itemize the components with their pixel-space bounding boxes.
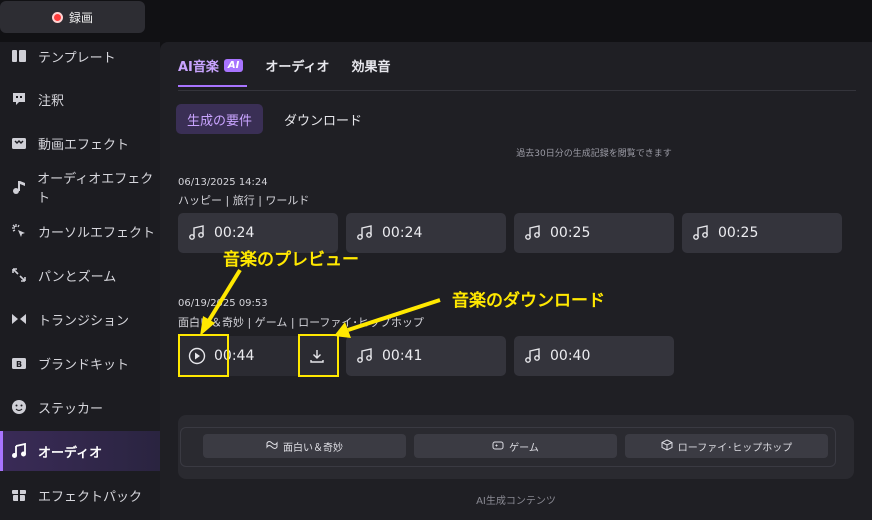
main-panel: AI音楽 AI オーディオ 効果音 生成の要件 ダウンロード 過去30日分の生成…	[160, 42, 872, 520]
history-note: 過去30日分の生成記録を閲覧できます	[516, 149, 672, 159]
sidebar-item-transition[interactable]: トランジション	[0, 299, 160, 339]
record-label: 録画	[68, 10, 93, 25]
preview-annotation-label: 音楽のプレビュー	[223, 250, 359, 270]
preview-highlight-box	[178, 334, 229, 377]
sidebar-item-annotation[interactable]: 注釈	[0, 79, 160, 119]
sidebar: テンプレート 注釈 動画エフェクト オーディオエフェクト カーソルエフェクト パ…	[0, 42, 160, 520]
track-duration: 00:24	[382, 225, 423, 241]
sidebar-item-sticker[interactable]: ステッカー	[0, 387, 160, 427]
group-tags: 面白い＆奇妙 | ゲーム | ローファイ･ヒップホップ	[178, 316, 424, 329]
footer-note: AI生成コンテンツ	[476, 496, 556, 507]
pan-zoom-icon	[10, 266, 28, 284]
video-effect-icon	[10, 134, 28, 152]
track-duration: 00:40	[550, 348, 591, 364]
tab-sound-effects[interactable]: 効果音	[351, 56, 390, 87]
sidebar-item-label: 動画エフェクト	[38, 137, 130, 153]
sidebar-item-label: 注釈	[38, 93, 65, 109]
sidebar-item-label: ブランドキット	[38, 357, 130, 373]
cursor-effect-icon	[10, 222, 28, 240]
music-note-icon	[356, 347, 374, 365]
effect-pack-icon	[10, 486, 28, 504]
sidebar-item-brand-kit[interactable]: B ブランドキット	[0, 343, 160, 383]
transition-icon	[10, 310, 28, 328]
music-note-icon	[524, 347, 542, 365]
track-duration: 00:41	[382, 348, 423, 364]
chip-label: ゲーム	[509, 442, 539, 454]
track-card[interactable]: 00:25	[682, 213, 842, 253]
tab-audio[interactable]: オーディオ	[265, 56, 329, 87]
history-note-container: 過去30日分の生成記録を閲覧できます	[160, 146, 872, 159]
sidebar-item-label: パンとズーム	[38, 269, 117, 285]
track-card[interactable]: 00:40	[514, 336, 674, 376]
game-icon	[492, 439, 504, 454]
track-card[interactable]: 00:24	[346, 213, 506, 253]
chip-label: 面白い＆奇妙	[283, 442, 343, 454]
cube-icon	[661, 438, 673, 454]
sidebar-item-label: ステッカー	[38, 401, 104, 417]
music-note-icon	[692, 224, 710, 242]
music-note-icon	[188, 224, 206, 242]
download-annotation-label: 音楽のダウンロード	[452, 291, 605, 311]
chip-label: ローファイ･ヒップホップ	[677, 442, 793, 454]
tab-label: AI音楽	[178, 60, 219, 75]
download-highlight-box	[298, 334, 339, 377]
sidebar-item-label: オーディオ	[38, 445, 103, 461]
chip-lofi-hiphop[interactable]: ローファイ･ヒップホップ	[625, 434, 828, 458]
track-duration: 00:24	[214, 225, 255, 241]
sticker-icon	[10, 398, 28, 416]
tab-label: 効果音	[351, 60, 391, 75]
music-note-icon	[524, 224, 542, 242]
music-note-icon	[10, 442, 28, 460]
group-date: 06/19/2025 09:53	[178, 298, 268, 309]
funny-icon	[266, 439, 278, 454]
sidebar-item-cursor-effect[interactable]: カーソルエフェクト	[0, 211, 160, 251]
subtab-generation-requirements[interactable]: 生成の要件	[176, 104, 264, 134]
prompt-chips: 面白い＆奇妙 ゲーム ローファイ･ヒップホップ	[180, 427, 836, 467]
sidebar-item-label: カーソルエフェクト	[38, 225, 156, 241]
brand-kit-icon: B	[10, 354, 28, 372]
tab-ai-music[interactable]: AI音楽 AI	[178, 56, 248, 87]
record-button[interactable]: 録画	[0, 1, 145, 33]
template-icon	[10, 47, 28, 65]
sidebar-item-label: トランジション	[38, 313, 130, 329]
tab-label: オーディオ	[265, 60, 330, 75]
sidebar-item-effect-pack[interactable]: エフェクトパック	[0, 475, 160, 515]
record-icon	[51, 11, 63, 23]
sidebar-item-label: オーディオエフェクト	[37, 172, 154, 206]
group-tags: ハッピー | 旅行 | ワールド	[178, 194, 310, 207]
sidebar-item-audio[interactable]: オーディオ	[0, 431, 160, 471]
subtab-bar: 生成の要件 ダウンロード	[176, 104, 373, 134]
tab-bar: AI音楽 AI オーディオ 効果音	[178, 56, 390, 87]
svg-text:B: B	[16, 360, 22, 369]
music-note-icon	[356, 224, 374, 242]
sidebar-item-label: テンプレート	[38, 50, 116, 66]
sidebar-item-label: エフェクトパック	[38, 489, 143, 505]
track-card[interactable]: 00:25	[514, 213, 674, 253]
chip-funny-weird[interactable]: 面白い＆奇妙	[203, 434, 406, 458]
tab-divider	[178, 90, 856, 91]
subtab-download[interactable]: ダウンロード	[273, 104, 373, 134]
audio-effect-icon	[10, 178, 27, 196]
track-duration: 00:25	[718, 225, 759, 241]
track-duration: 00:25	[550, 225, 591, 241]
chip-game[interactable]: ゲーム	[414, 434, 617, 458]
track-card[interactable]: 00:41	[346, 336, 506, 376]
ai-badge: AI	[223, 59, 244, 72]
sidebar-item-audio-effect[interactable]: オーディオエフェクト	[0, 167, 160, 207]
sidebar-item-template[interactable]: テンプレート	[0, 36, 160, 76]
sidebar-item-video-effect[interactable]: 動画エフェクト	[0, 123, 160, 163]
annotation-icon	[10, 90, 28, 108]
group-date: 06/13/2025 14:24	[178, 177, 268, 188]
sidebar-item-pan-zoom[interactable]: パンとズーム	[0, 255, 160, 295]
